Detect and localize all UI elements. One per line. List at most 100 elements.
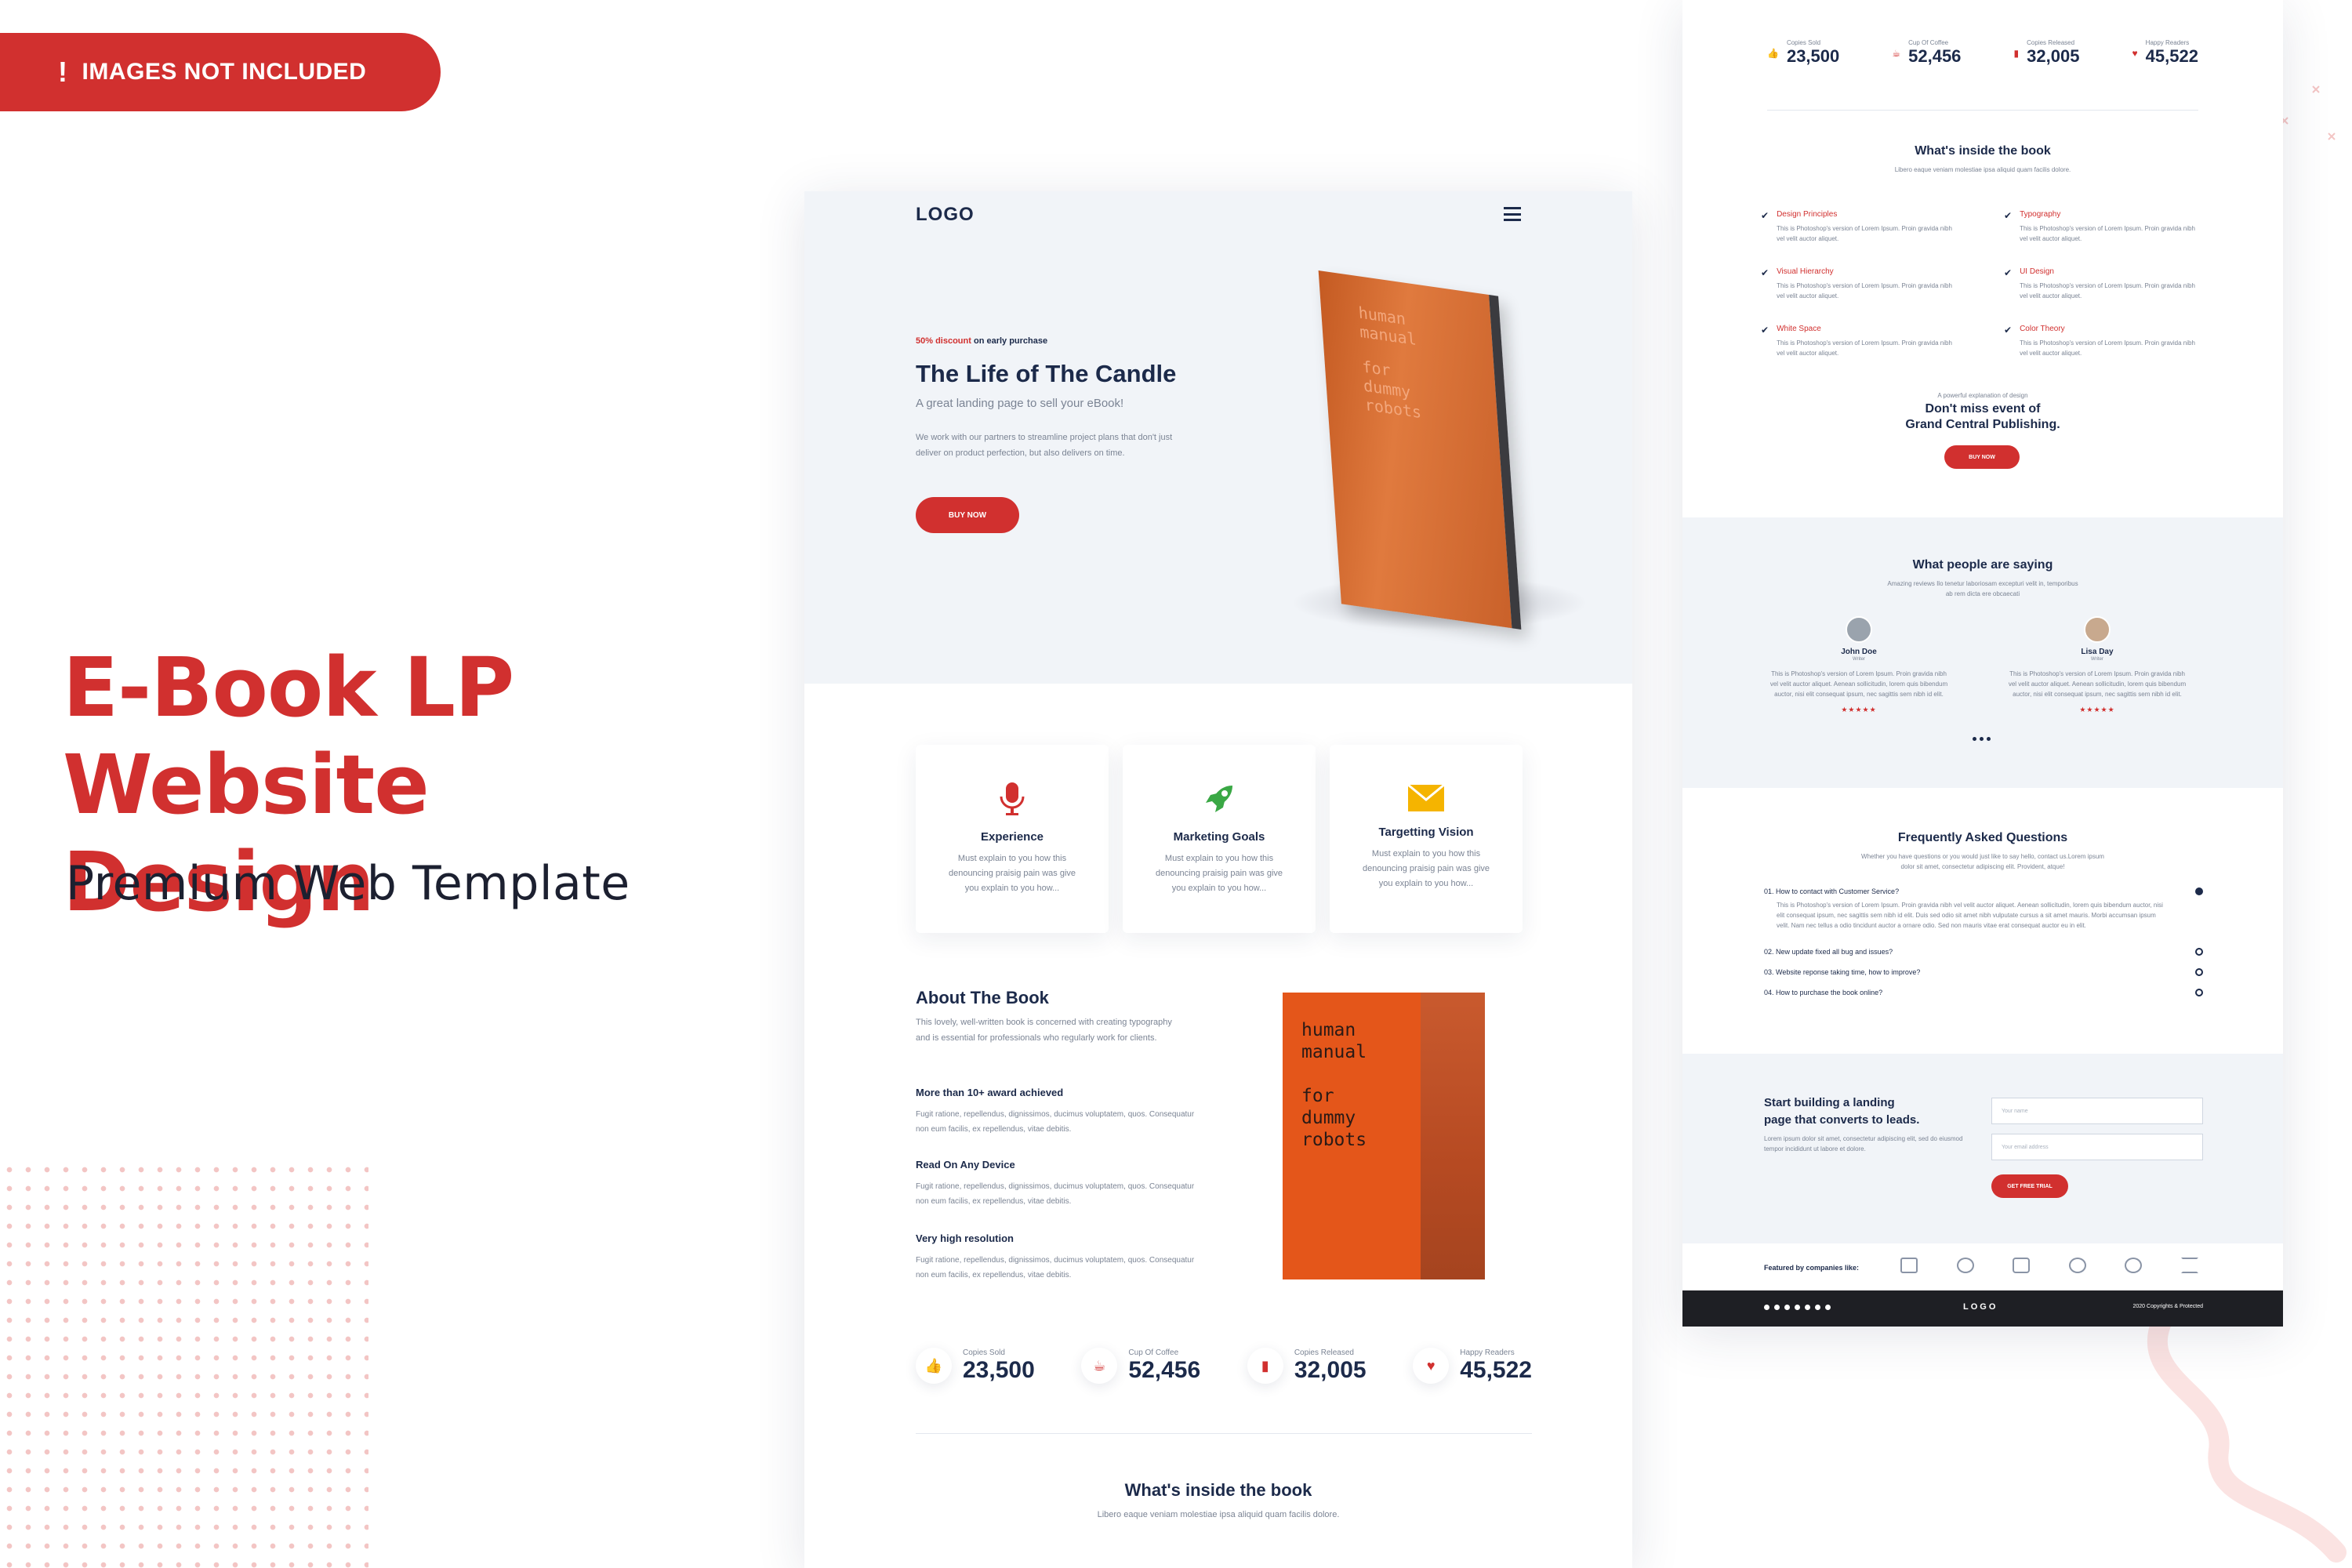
hamburger-menu-icon[interactable] bbox=[1504, 207, 1521, 221]
squiggle-decoration bbox=[2147, 1317, 2347, 1563]
microphone-icon bbox=[1000, 782, 1025, 815]
check-icon: ✔ bbox=[2004, 325, 2013, 336]
cover-line: for bbox=[1301, 1086, 1334, 1106]
faq-question-text: 02. New update fixed all bug and issues? bbox=[1764, 948, 1893, 956]
partner-logo-icon bbox=[1956, 1258, 1974, 1273]
youtube-icon[interactable] bbox=[1784, 1305, 1790, 1310]
cover-line: robots bbox=[1301, 1130, 1367, 1150]
partner-logos bbox=[1900, 1258, 2198, 1273]
pinterest-icon[interactable] bbox=[1805, 1305, 1810, 1310]
stat-label: Copies Released bbox=[2027, 39, 2075, 46]
landing-page-preview-secondary: 👍 Copies Sold 23,500 ☕ Cup Of Coffee 52,456 … bbox=[1682, 0, 2283, 1327]
carousel-dot[interactable] bbox=[1987, 737, 1991, 741]
carousel-dots[interactable] bbox=[1973, 737, 1991, 741]
partner-logo-icon bbox=[2068, 1258, 2086, 1273]
about-point-text: Fugit ratione, repellendus, dignissimos,… bbox=[916, 1182, 1195, 1206]
rocket-icon bbox=[1206, 786, 1232, 812]
inside-item: ✔ Visual Hierarchy This is Photoshop's ver… bbox=[1761, 267, 1973, 301]
cta-buy-now-button[interactable]: BUY NOW bbox=[1944, 445, 2020, 469]
stat-label: Happy Readers bbox=[1460, 1348, 1515, 1357]
stat-value: 52,456 bbox=[1908, 46, 1962, 66]
about-point-text: Fugit ratione, repellendus, dignissimos,… bbox=[916, 1110, 1195, 1134]
inside-subtitle: Libero eaque veniam molestiae ipsa aliqu… bbox=[1097, 1510, 1340, 1519]
plus-circle-icon[interactable] bbox=[2195, 968, 2203, 976]
get-free-trial-button[interactable]: GET FREE TRIAL bbox=[1991, 1174, 2068, 1198]
book-title: The Life of The Candle bbox=[916, 360, 1177, 387]
stat-value: 23,500 bbox=[1786, 46, 1840, 66]
faq-subtitle-line1: Whether you have questions or you would … bbox=[1861, 853, 2104, 860]
inside-items-grid: ✔ Design Principles This is Photoshop's ve… bbox=[1761, 210, 2216, 358]
stat-item: ♥ Happy Readers 45,522 bbox=[1413, 1342, 1532, 1389]
faq-item-question[interactable]: 04. How to purchase the book online? bbox=[1764, 989, 2203, 996]
inside-item-text: This is Photoshop's version of Lorem Ips… bbox=[1777, 339, 1952, 357]
cta-kicker: A powerful explanation of design bbox=[1937, 392, 2028, 399]
behance-icon[interactable] bbox=[1825, 1305, 1831, 1310]
stat-item: ♥ Happy Readers 45,522 bbox=[2132, 39, 2198, 67]
inside-title: What's inside the book bbox=[1915, 144, 2051, 158]
inside-item-title: Design Principles bbox=[1777, 210, 1838, 219]
stats-row: 👍 Copies Sold 23,500 ☕ Cup Of Coffee 52,45… bbox=[916, 1342, 1532, 1389]
partner-logo-icon bbox=[2013, 1258, 2031, 1273]
plus-circle-icon[interactable] bbox=[2195, 989, 2203, 996]
testimonial-text: This is Photoshop's version of Lorem Ips… bbox=[2008, 670, 2187, 698]
stat-value: 45,522 bbox=[2145, 46, 2198, 66]
faq-item-question[interactable]: 01. How to contact with Customer Service… bbox=[1764, 887, 2203, 895]
bookmark-icon: ▮ bbox=[2013, 47, 2020, 59]
cover-text: human manual for dummy robots bbox=[1301, 1019, 1367, 1151]
carousel-dot[interactable] bbox=[1980, 737, 1984, 741]
partner-logo-icon bbox=[1900, 1258, 1918, 1273]
instagram-icon[interactable] bbox=[1795, 1305, 1800, 1310]
inside-item-title: UI Design bbox=[2020, 267, 2054, 276]
minus-circle-icon[interactable] bbox=[2195, 887, 2203, 895]
book-tagline: A great landing page to sell your eBook! bbox=[916, 397, 1124, 410]
thumbs-up-icon: 👍 bbox=[1767, 47, 1779, 59]
email-input[interactable]: Your email address bbox=[1991, 1134, 2203, 1160]
cover-photo-strip bbox=[1421, 993, 1485, 1279]
bookmark-icon: ▮ bbox=[1247, 1348, 1283, 1384]
page1-logo[interactable]: LOGO bbox=[916, 204, 975, 226]
footer-logo[interactable]: LOGO bbox=[1963, 1302, 1998, 1312]
feature-text: Must explain to you how this denouncing … bbox=[948, 854, 1076, 893]
stat-value: 45,522 bbox=[1460, 1356, 1532, 1383]
banner-text: IMAGES NOT INCLUDED bbox=[82, 59, 367, 85]
heart-icon: ♥ bbox=[2132, 47, 2138, 59]
testimonials-title: What people are saying bbox=[1912, 558, 2053, 572]
faq-item-question[interactable]: 03. Website reponse taking time, how to … bbox=[1764, 968, 2203, 976]
stat-label: Cup Of Coffee bbox=[1908, 39, 1949, 46]
testimonial-text: This is Photoshop's version of Lorem Ips… bbox=[1769, 670, 1948, 698]
feature-card-vision: Targetting Vision Must explain to you ho… bbox=[1330, 745, 1523, 933]
partner-logo-icon bbox=[2125, 1258, 2143, 1273]
stat-item: 👍 Copies Sold 23,500 bbox=[1767, 39, 1839, 67]
cover-line: dummy bbox=[1301, 1108, 1356, 1128]
check-icon: ✔ bbox=[2004, 210, 2013, 221]
plus-circle-icon[interactable] bbox=[2195, 948, 2203, 956]
discount-line: 50% discount on early purchase bbox=[916, 336, 1047, 346]
stats-row-small: 👍 Copies Sold 23,500 ☕ Cup Of Coffee 52,456 … bbox=[1767, 39, 2198, 67]
about-point-title: Read On Any Device bbox=[916, 1159, 1015, 1171]
cta-title: Don't miss event of Grand Central Publis… bbox=[1682, 401, 2283, 433]
stat-label: Copies Sold bbox=[1786, 39, 1821, 46]
buy-now-button[interactable]: BUY NOW bbox=[916, 497, 1019, 533]
twitter-icon[interactable] bbox=[1774, 1305, 1780, 1310]
hero-title-line1: E-Book LP bbox=[63, 640, 514, 735]
coffee-icon: ☕ bbox=[1081, 1348, 1118, 1384]
stat-item: ☕ Cup Of Coffee 52,456 bbox=[1081, 1342, 1200, 1389]
partners-label: Featured by companies like: bbox=[1764, 1264, 1860, 1272]
dribbble-icon[interactable] bbox=[1815, 1305, 1820, 1310]
testimonial-role: Writer bbox=[2091, 657, 2103, 662]
testimonial-name: John Doe bbox=[1841, 648, 1877, 656]
stat-item: ▮ Copies Released 32,005 bbox=[1247, 1342, 1367, 1389]
divider bbox=[1767, 110, 2198, 111]
about-intro: This lovely, well-written book is concer… bbox=[916, 1018, 1172, 1043]
name-input[interactable]: Your name bbox=[1991, 1098, 2203, 1124]
facebook-icon[interactable] bbox=[1764, 1305, 1769, 1310]
cover-line: human bbox=[1301, 1020, 1356, 1040]
divider bbox=[916, 1433, 1532, 1434]
stat-item: ☕ Cup Of Coffee 52,456 bbox=[1892, 39, 1961, 67]
faq-item-question[interactable]: 02. New update fixed all bug and issues? bbox=[1764, 948, 2203, 956]
exclamation-icon: ! bbox=[58, 56, 68, 88]
stat-label: Cup Of Coffee bbox=[1128, 1348, 1179, 1357]
inside-item-text: This is Photoshop's version of Lorem Ips… bbox=[2020, 282, 2195, 299]
signup-title-line1: Start building a landing bbox=[1764, 1096, 1895, 1109]
carousel-dot[interactable] bbox=[1973, 737, 1976, 741]
